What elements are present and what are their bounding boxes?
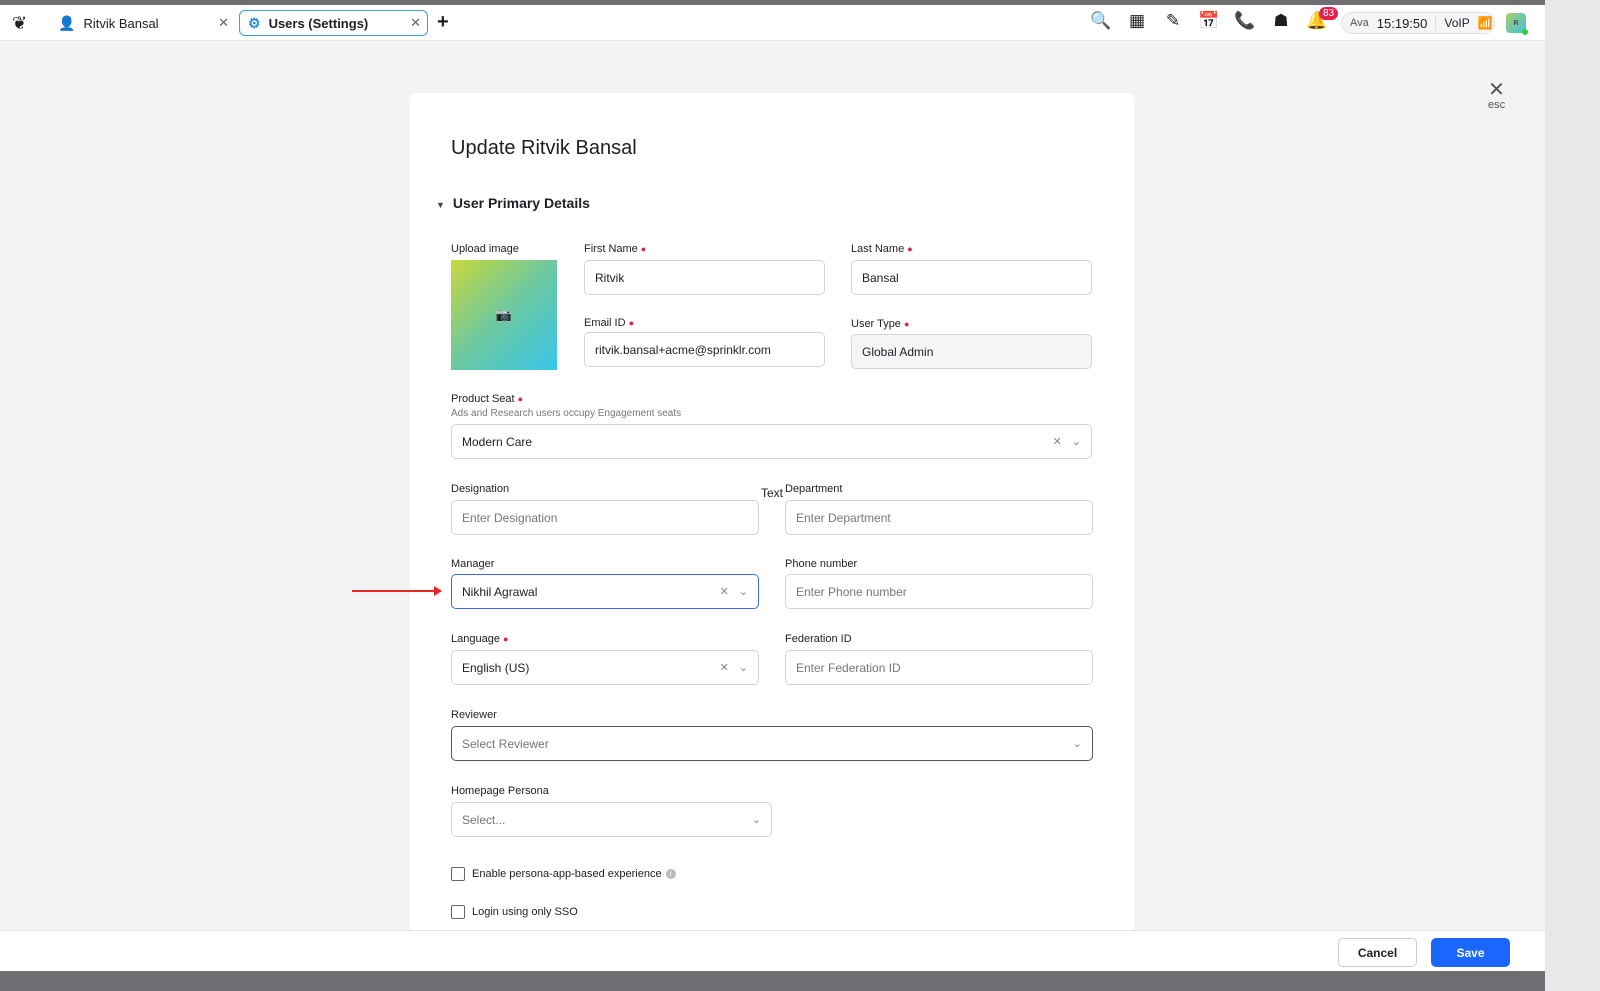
product-seat-hint: Ads and Research users occupy Engagement… (451, 408, 682, 419)
clear-icon: ✕ (719, 662, 729, 674)
manager-label: Manager (451, 558, 495, 570)
voip-label: VoIP (1444, 16, 1470, 30)
department-input[interactable]: Enter Department (785, 500, 1093, 535)
info-icon[interactable]: i (665, 869, 676, 879)
close-tab-icon[interactable]: ✕ (410, 15, 421, 31)
close-button[interactable]: ✕ esc (1488, 79, 1506, 111)
page-title: Update Ritvik Bansal (451, 137, 637, 159)
tab-ritvik-bansal[interactable]: 👤 Ritvik Bansal ✕ (50, 10, 235, 36)
product-seat-select[interactable]: Modern Care ✕ ⌄ (451, 424, 1092, 459)
esc-label: esc (1488, 99, 1506, 111)
clear-icon: ✕ (719, 586, 729, 598)
user-type-select[interactable]: Global Admin (851, 334, 1092, 369)
federation-input[interactable]: Enter Federation ID (785, 650, 1093, 685)
phone-input[interactable]: Enter Phone number (785, 574, 1093, 609)
section-toggle[interactable]: ▼ User Primary Details (436, 195, 590, 211)
clock-time: 15:19:50 (1377, 15, 1437, 31)
calendar-icon[interactable]: 📅 (1198, 11, 1220, 31)
sso-only-checkbox[interactable]: Login using only SSO (451, 905, 578, 919)
federation-label: Federation ID (785, 633, 852, 645)
language-select[interactable]: English (US) ✕ ⌄ (451, 650, 759, 685)
logo-icon[interactable]: ❦ (12, 13, 27, 34)
camera-icon: 📷 (495, 307, 513, 322)
email-label: Email ID ● (584, 317, 634, 329)
designation-label: Designation (451, 483, 510, 495)
product-seat-label: Product Seat ● (451, 393, 524, 405)
persona-label: Homepage Persona (451, 785, 549, 797)
top-bar: ❦ 👤 Ritvik Bansal ✕ ⚙ Users (Settings) ✕ + 🔍… (0, 5, 1545, 41)
chevron-down-icon: ⌄ (1072, 738, 1082, 750)
apps-grid-icon[interactable]: ▦ (1126, 11, 1148, 31)
user-icon: 👤 (58, 14, 76, 31)
user-type-label: User Type ● (851, 318, 910, 330)
clear-icon: ✕ (1052, 436, 1062, 448)
status-pill[interactable]: Ava 15:19:50 VoIP 📶 (1341, 12, 1495, 34)
floating-text: Text (761, 486, 784, 500)
manager-select[interactable]: Nikhil Agrawal ✕ ⌄ (451, 574, 759, 609)
caret-down-icon: ▼ (436, 200, 445, 210)
persona-app-checkbox[interactable]: Enable persona-app-based experience i (451, 867, 676, 881)
new-tab-button[interactable]: + (437, 11, 449, 34)
section-title: User Primary Details (452, 195, 590, 211)
chevron-down-icon: ⌄ (751, 814, 761, 826)
footer-bar: Cancel Save (0, 930, 1545, 971)
compose-icon[interactable]: ✎ (1162, 11, 1184, 31)
persona-select[interactable]: Select... ⌄ (451, 802, 772, 837)
chevron-down-icon: ⌄ (1071, 436, 1081, 448)
tab-label: Ritvik Bansal (83, 15, 159, 31)
upload-label: Upload image (451, 243, 519, 255)
checkbox[interactable] (451, 905, 465, 919)
cancel-button[interactable]: Cancel (1338, 938, 1417, 967)
reviewer-select[interactable]: Select Reviewer ⌄ (451, 726, 1093, 761)
department-label: Department (785, 483, 843, 495)
designation-input[interactable]: Enter Designation (451, 500, 759, 535)
phone-icon[interactable]: 📞 (1234, 11, 1256, 31)
save-button[interactable]: Save (1431, 938, 1510, 967)
annotation-arrow (352, 586, 442, 596)
close-icon: ✕ (1488, 79, 1505, 101)
notification-badge: 83 (1319, 7, 1339, 20)
avatar-initial: R (1513, 19, 1519, 27)
online-indicator (1522, 29, 1528, 35)
first-name-input[interactable]: Ritvik (584, 260, 825, 295)
last-name-input[interactable]: Bansal (851, 260, 1092, 295)
avatar[interactable]: R (1506, 13, 1528, 35)
chevron-down-icon: ⌄ (738, 586, 748, 598)
language-label: Language ● (451, 633, 509, 645)
checkbox[interactable] (451, 867, 465, 881)
app-window: ❦ 👤 Ritvik Bansal ✕ ⚙ Users (Settings) ✕ + 🔍… (0, 5, 1545, 971)
search-icon[interactable]: 🔍 (1090, 11, 1112, 31)
reviewer-label: Reviewer (451, 709, 497, 721)
window-edge (1545, 0, 1600, 991)
wifi-icon: 📶 (1477, 16, 1493, 30)
phone-label: Phone number (785, 558, 858, 570)
community-icon[interactable]: ☗ (1270, 11, 1292, 31)
chevron-down-icon: ⌄ (738, 662, 748, 674)
email-input[interactable]: ritvik.bansal+acme@sprinklr.com (584, 332, 825, 367)
close-tab-icon[interactable]: ✕ (218, 15, 229, 31)
status-user: Ava (1350, 17, 1369, 29)
tab-users-settings[interactable]: ⚙ Users (Settings) ✕ (239, 10, 428, 36)
tab-label: Users (Settings) (268, 15, 369, 31)
gear-icon: ⚙ (248, 14, 261, 31)
upload-image[interactable]: 📷 (451, 260, 557, 370)
first-name-label: First Name ● (584, 243, 647, 255)
last-name-label: Last Name ● (851, 243, 913, 255)
update-user-form: Update Ritvik Bansal ▼ User Primary Detai… (410, 93, 1134, 953)
